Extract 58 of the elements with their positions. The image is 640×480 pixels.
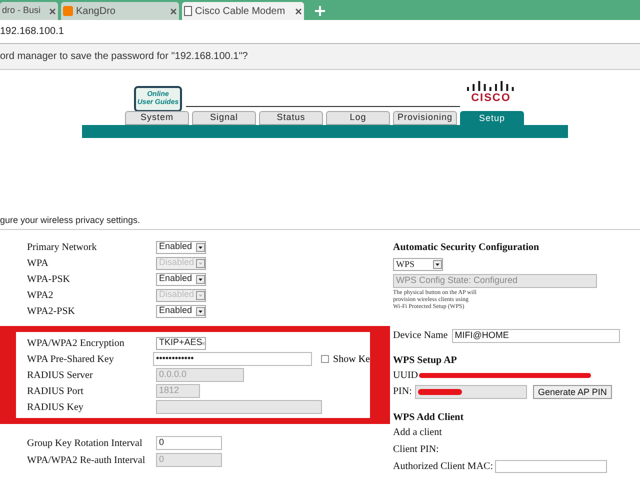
field-label: RADIUS Key [27,400,84,414]
field-label: WPA-PSK [27,272,71,286]
input-field[interactable]: 0 [156,436,222,450]
section-title: WPS Setup AP [393,354,458,368]
close-icon[interactable] [49,8,56,14]
field-label: WPA Pre-Shared Key [27,352,115,366]
nav-tab[interactable]: Setup [460,111,524,126]
checkbox-label: Show Ke [333,352,370,366]
input-field: 0.0.0.0 [156,368,244,382]
dropdown[interactable]: Enabled [156,272,206,286]
brand-name: CISCO [471,92,511,104]
field-label: Device Name [393,329,448,343]
input-field: 1812 [156,384,200,398]
field-label: RADIUS Port [27,384,84,398]
close-icon[interactable] [295,8,302,14]
page-icon [184,6,192,16]
cisco-logo-icon [466,80,516,92]
field-label: RADIUS Server [27,368,94,382]
dropdown[interactable]: WPS [393,258,443,271]
dropdown[interactable]: TKIP+AES [156,336,206,350]
field-label: Group Key Rotation Interval [27,436,144,450]
field-label: PIN: [393,385,413,399]
field-label: Authorized Client MAC: [393,460,493,474]
field-label: WPA/WPA2 Encryption [27,336,126,350]
browser-tab[interactable]: Cisco Cable Modem [182,2,304,20]
field-label: Primary Network [27,240,98,254]
input-field[interactable] [495,460,607,473]
blog-icon [63,6,73,16]
field-label: WPA2-PSK [27,304,76,318]
nav-tab[interactable]: System [125,111,189,125]
nav-tab[interactable]: Provisioning [393,111,457,125]
input-field[interactable]: MIFI@HOME [452,328,620,342]
field-label: Add a client [393,426,443,440]
intro-text: gure your wireless privacy settings. [0,214,140,227]
status-field: WPS Config State: Configured [393,274,597,288]
close-icon[interactable] [170,8,177,14]
new-tab-icon[interactable] [315,6,325,16]
address-field[interactable]: 192.168.100.1 [0,24,64,39]
nav-tab[interactable]: Signal [192,111,256,125]
checkbox[interactable] [321,355,330,363]
generate-pin-button[interactable]: Generate AP PIN [533,384,612,398]
browser-tab[interactable]: dro - Busi [0,2,58,20]
redaction-mark [418,388,462,394]
dropdown[interactable]: Enabled [156,240,206,254]
input-field[interactable]: •••••••••••• [152,352,312,366]
field-label: WPA/WPA2 Re-auth Interval [27,454,146,468]
section-title: Automatic Security Configuration [393,241,540,255]
dropdown[interactable]: Enabled [156,304,206,318]
field-label: Client PIN: [393,443,440,457]
nav-tab[interactable]: Log [326,111,390,125]
field-label: WPA [27,256,50,270]
password-prompt: ord manager to save the password for "192.168.100.1"? [0,50,248,64]
field-label: UUID [393,369,418,383]
input-field: 0 [156,453,222,467]
nav-tab[interactable]: Status [259,111,323,125]
field-label: WPA2 [27,288,54,302]
browser-tab[interactable]: KangDro [61,2,179,20]
section-title: WPS Add Client [393,411,465,425]
